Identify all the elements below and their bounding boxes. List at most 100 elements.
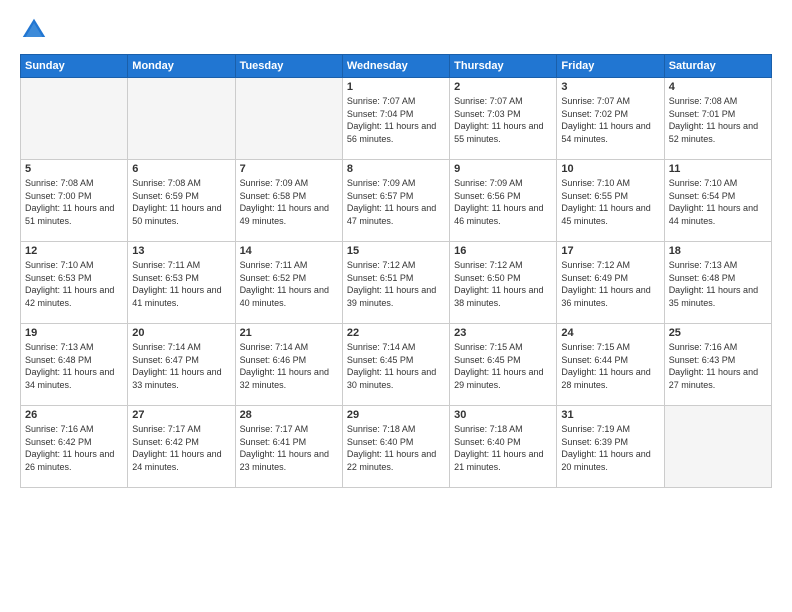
day-number: 13 [132,245,230,257]
calendar-week-5: 26 Sunrise: 7:16 AMSunset: 6:42 PMDayligh… [21,406,772,488]
day-info: Sunrise: 7:07 AMSunset: 7:02 PMDaylight:… [561,95,659,145]
day-info: Sunrise: 7:14 AMSunset: 6:46 PMDaylight:… [240,341,338,391]
day-info: Sunrise: 7:16 AMSunset: 6:43 PMDaylight:… [669,341,767,391]
day-info: Sunrise: 7:09 AMSunset: 6:58 PMDaylight:… [240,177,338,227]
day-of-week-tuesday: Tuesday [235,55,342,78]
day-number: 1 [347,81,445,93]
calendar-cell: 7 Sunrise: 7:09 AMSunset: 6:58 PMDaylight… [235,160,342,242]
day-info: Sunrise: 7:13 AMSunset: 6:48 PMDaylight:… [25,341,123,391]
calendar: SundayMondayTuesdayWednesdayThursdayFrid… [20,54,772,488]
calendar-cell: 5 Sunrise: 7:08 AMSunset: 7:00 PMDaylight… [21,160,128,242]
day-number: 7 [240,163,338,175]
day-number: 27 [132,409,230,421]
day-number: 31 [561,409,659,421]
day-info: Sunrise: 7:18 AMSunset: 6:40 PMDaylight:… [347,423,445,473]
day-info: Sunrise: 7:13 AMSunset: 6:48 PMDaylight:… [669,259,767,309]
day-info: Sunrise: 7:08 AMSunset: 6:59 PMDaylight:… [132,177,230,227]
day-number: 6 [132,163,230,175]
day-number: 17 [561,245,659,257]
day-info: Sunrise: 7:07 AMSunset: 7:04 PMDaylight:… [347,95,445,145]
calendar-cell: 23Sunrise: 7:15 AMSunset: 6:45 PMDayligh… [450,324,557,406]
day-number: 3 [561,81,659,93]
calendar-cell: 18 Sunrise: 7:13 AMSunset: 6:48 PMDayligh… [664,242,771,324]
day-info: Sunrise: 7:12 AMSunset: 6:49 PMDaylight:… [561,259,659,309]
day-of-week-sunday: Sunday [21,55,128,78]
calendar-cell: 14 Sunrise: 7:11 AMSunset: 6:52 PMDayligh… [235,242,342,324]
day-number: 2 [454,81,552,93]
calendar-cell: 15Sunrise: 7:12 AMSunset: 6:51 PMDayligh… [342,242,449,324]
day-info: Sunrise: 7:18 AMSunset: 6:40 PMDaylight:… [454,423,552,473]
day-number: 8 [347,163,445,175]
day-number: 22 [347,327,445,339]
day-info: Sunrise: 7:10 AMSunset: 6:53 PMDaylight:… [25,259,123,309]
day-of-week-thursday: Thursday [450,55,557,78]
day-number: 14 [240,245,338,257]
calendar-week-1: 1 Sunrise: 7:07 AMSunset: 7:04 PMDaylight… [21,78,772,160]
day-info: Sunrise: 7:07 AMSunset: 7:03 PMDaylight:… [454,95,552,145]
calendar-cell: 31 Sunrise: 7:19 AMSunset: 6:39 PMDayligh… [557,406,664,488]
day-number: 18 [669,245,767,257]
day-number: 19 [25,327,123,339]
day-info: Sunrise: 7:08 AMSunset: 7:00 PMDaylight:… [25,177,123,227]
calendar-cell: 13 Sunrise: 7:11 AMSunset: 6:53 PMDayligh… [128,242,235,324]
day-number: 23 [454,327,552,339]
calendar-week-2: 5 Sunrise: 7:08 AMSunset: 7:00 PMDaylight… [21,160,772,242]
calendar-cell: 30 Sunrise: 7:18 AMSunset: 6:40 PMDayligh… [450,406,557,488]
day-info: Sunrise: 7:11 AMSunset: 6:52 PMDaylight:… [240,259,338,309]
calendar-cell: 26 Sunrise: 7:16 AMSunset: 6:42 PMDayligh… [21,406,128,488]
day-number: 29 [347,409,445,421]
day-info: Sunrise: 7:08 AMSunset: 7:01 PMDaylight:… [669,95,767,145]
calendar-week-3: 12 Sunrise: 7:10 AMSunset: 6:53 PMDayligh… [21,242,772,324]
calendar-cell: 8 Sunrise: 7:09 AMSunset: 6:57 PMDaylight… [342,160,449,242]
day-info: Sunrise: 7:12 AMSunset: 6:50 PMDaylight:… [454,259,552,309]
calendar-cell: 29 Sunrise: 7:18 AMSunset: 6:40 PMDayligh… [342,406,449,488]
day-number: 9 [454,163,552,175]
day-of-week-friday: Friday [557,55,664,78]
day-info: Sunrise: 7:19 AMSunset: 6:39 PMDaylight:… [561,423,659,473]
day-number: 24 [561,327,659,339]
calendar-cell: 11 Sunrise: 7:10 AMSunset: 6:54 PMDayligh… [664,160,771,242]
day-number: 30 [454,409,552,421]
calendar-cell [21,78,128,160]
calendar-cell: 3 Sunrise: 7:07 AMSunset: 7:02 PMDaylight… [557,78,664,160]
calendar-cell [664,406,771,488]
day-number: 28 [240,409,338,421]
calendar-cell: 9 Sunrise: 7:09 AMSunset: 6:56 PMDaylight… [450,160,557,242]
day-number: 21 [240,327,338,339]
day-info: Sunrise: 7:09 AMSunset: 6:57 PMDaylight:… [347,177,445,227]
calendar-cell [235,78,342,160]
calendar-cell: 17 Sunrise: 7:12 AMSunset: 6:49 PMDayligh… [557,242,664,324]
day-number: 5 [25,163,123,175]
logo [20,16,52,44]
day-of-week-wednesday: Wednesday [342,55,449,78]
logo-icon [20,16,48,44]
header [20,16,772,44]
day-number: 12 [25,245,123,257]
calendar-cell: 22 Sunrise: 7:14 AMSunset: 6:45 PMDayligh… [342,324,449,406]
calendar-cell: 1 Sunrise: 7:07 AMSunset: 7:04 PMDaylight… [342,78,449,160]
day-info: Sunrise: 7:11 AMSunset: 6:53 PMDaylight:… [132,259,230,309]
page: SundayMondayTuesdayWednesdayThursdayFrid… [0,0,792,612]
day-number: 4 [669,81,767,93]
day-number: 11 [669,163,767,175]
day-info: Sunrise: 7:12 AMSunset: 6:51 PMDaylight:… [347,259,445,309]
day-number: 26 [25,409,123,421]
day-info: Sunrise: 7:14 AMSunset: 6:47 PMDaylight:… [132,341,230,391]
calendar-cell: 28Sunrise: 7:17 AMSunset: 6:41 PMDayligh… [235,406,342,488]
calendar-cell: 20 Sunrise: 7:14 AMSunset: 6:47 PMDayligh… [128,324,235,406]
day-number: 10 [561,163,659,175]
calendar-cell: 19 Sunrise: 7:13 AMSunset: 6:48 PMDayligh… [21,324,128,406]
day-number: 25 [669,327,767,339]
calendar-week-4: 19 Sunrise: 7:13 AMSunset: 6:48 PMDayligh… [21,324,772,406]
day-of-week-saturday: Saturday [664,55,771,78]
day-info: Sunrise: 7:16 AMSunset: 6:42 PMDaylight:… [25,423,123,473]
day-info: Sunrise: 7:09 AMSunset: 6:56 PMDaylight:… [454,177,552,227]
calendar-cell: 21 Sunrise: 7:14 AMSunset: 6:46 PMDayligh… [235,324,342,406]
day-number: 20 [132,327,230,339]
day-info: Sunrise: 7:17 AMSunset: 6:42 PMDaylight:… [132,423,230,473]
day-info: Sunrise: 7:15 AMSunset: 6:44 PMDaylight:… [561,341,659,391]
day-info: Sunrise: 7:14 AMSunset: 6:45 PMDaylight:… [347,341,445,391]
day-info: Sunrise: 7:10 AMSunset: 6:54 PMDaylight:… [669,177,767,227]
day-number: 16 [454,245,552,257]
calendar-cell: 12 Sunrise: 7:10 AMSunset: 6:53 PMDayligh… [21,242,128,324]
